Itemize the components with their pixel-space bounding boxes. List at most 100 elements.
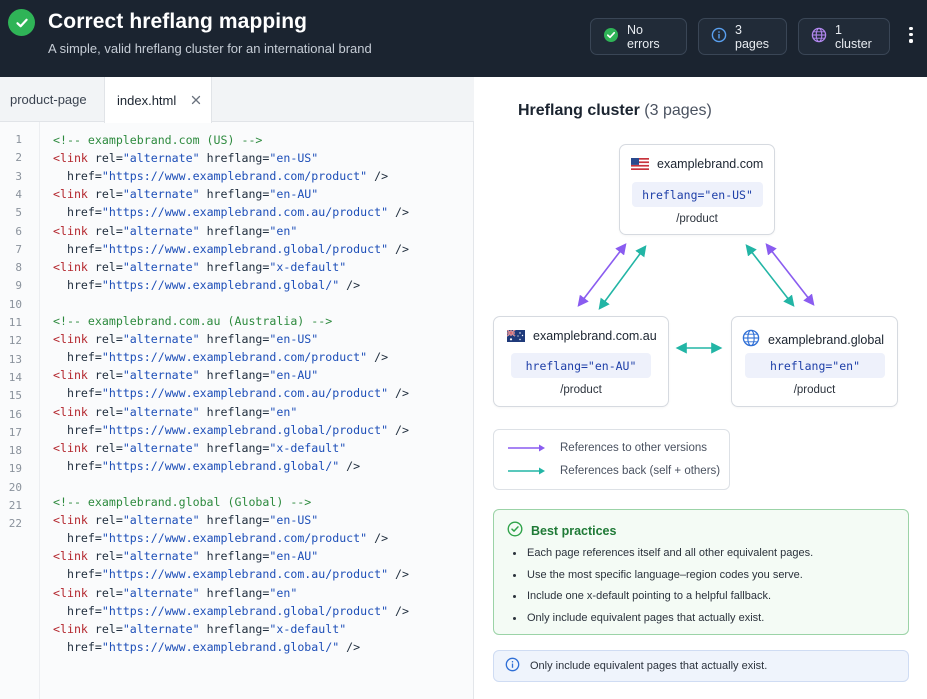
purple-arrow-icon (508, 444, 545, 452)
code-token: /> (388, 386, 410, 401)
code-token: "en" (269, 404, 298, 419)
code-token: "en-US" (269, 332, 319, 347)
node-us[interactable]: examplebrand.com hreflang="en-US" /produ… (619, 144, 775, 235)
list-item-text: Include one x-default pointing to a help… (527, 590, 771, 602)
info-icon (711, 27, 727, 46)
tab-product-page[interactable]: product-page (10, 77, 100, 122)
code-token: "en-US" (269, 151, 319, 166)
code-line: href="https://www.examplebrand.global/" … (53, 457, 360, 475)
node-global-domain-text: examplebrand.global (768, 332, 885, 347)
info-banner: Only include equivalent pages that actua… (493, 650, 909, 682)
code-token: /> (339, 458, 361, 473)
code-token: "alternate" (122, 187, 200, 202)
no-errors-label: No errors (627, 22, 660, 51)
code-token: "x-default" (269, 621, 347, 636)
arrow-us-au-back (598, 245, 647, 310)
node-au[interactable]: examplebrand.com.au hreflang="en-AU" /pr… (493, 316, 669, 407)
code-token: hreflang= (199, 621, 270, 636)
list-item-text: Each page references itself and all othe… (527, 547, 814, 559)
code-token: "en-AU" (269, 549, 319, 564)
more-options-icon[interactable] (905, 27, 917, 47)
best-practices-box: Best practices Each page references itse… (493, 509, 909, 635)
globe-icon (742, 329, 760, 350)
code-token: /> (388, 567, 410, 582)
code-token: <link (53, 549, 95, 564)
code-token: "en-AU" (269, 187, 319, 202)
node-us-domain: examplebrand.com (631, 157, 763, 171)
code-token: "en" (269, 585, 298, 600)
no-errors-badge[interactable]: No errors (590, 18, 687, 55)
info-text: Only include equivalent pages that actua… (530, 660, 768, 672)
code-token: "alternate" (122, 368, 200, 383)
code-token: href= (53, 603, 102, 618)
code-area[interactable]: <!-- examplebrand.com (US) --> <link rel=… (0, 122, 474, 699)
code-token: rel= (94, 621, 123, 636)
code-token: "https://www.examplebrand.global/" (101, 458, 340, 473)
node-global[interactable]: examplebrand.global hreflang="en" /produ… (731, 316, 898, 407)
code-line: href="https://www.examplebrand.com/produ… (53, 348, 388, 366)
code-token: "en" (269, 223, 298, 238)
code-line: href="https://www.examplebrand.com.au/pr… (53, 565, 409, 583)
code-token: hreflang= (199, 368, 270, 383)
code-token: "x-default" (269, 259, 347, 274)
code-token: "alternate" (122, 332, 200, 347)
code-line: <link rel="alternate" hreflang="en" (53, 584, 297, 602)
code-token: <!-- examplebrand.global (Global) --> (53, 495, 312, 509)
code-token: href= (53, 639, 102, 654)
code-token: rel= (94, 332, 123, 347)
code-token: rel= (94, 259, 123, 274)
code-token: href= (53, 386, 102, 401)
tab-index-html[interactable]: index.html (104, 77, 212, 123)
code-token: "https://www.examplebrand.com/product" (101, 169, 368, 184)
best-practices-title: Best practices (507, 521, 616, 540)
code-token: /> (339, 277, 361, 292)
code-token: "https://www.examplebrand.com/product" (101, 350, 368, 365)
app-header: Correct hreflang mapping A simple, valid… (0, 0, 927, 77)
pages-badge[interactable]: 3 pages (698, 18, 787, 55)
code-token: rel= (94, 187, 123, 202)
cluster-label: 1 cluster (835, 22, 872, 51)
code-token: "https://www.examplebrand.global/" (101, 277, 340, 292)
code-line: <link rel="alternate" hreflang="x-defaul… (53, 439, 346, 457)
close-icon[interactable] (191, 93, 201, 108)
code-line: <link rel="alternate" hreflang="x-defaul… (53, 258, 346, 276)
list-item-text: Use the most specific language–region co… (527, 569, 803, 581)
code-token: hreflang= (199, 585, 270, 600)
code-token: "https://www.examplebrand.com.au/product… (101, 205, 389, 220)
code-token: /> (367, 169, 389, 184)
info-icon (505, 657, 520, 675)
check-circle-icon (507, 521, 523, 540)
code-line: href="https://www.examplebrand.com.au/pr… (53, 384, 409, 402)
page-subtitle: A simple, valid hreflang cluster for an … (48, 41, 372, 56)
code-line: href="https://www.examplebrand.com/produ… (53, 167, 388, 185)
code-line: <link rel="alternate" hreflang="en-US" (53, 149, 318, 167)
code-token: "x-default" (269, 440, 347, 455)
code-token: hreflang= (199, 187, 270, 202)
code-token: href= (53, 205, 102, 220)
code-line: <link rel="alternate" hreflang="x-defaul… (53, 620, 346, 638)
legend-label: References to other versions (560, 442, 708, 454)
code-token: "alternate" (122, 440, 200, 455)
code-token: <link (53, 259, 95, 274)
arrow-us-global-references (765, 243, 815, 306)
code-line: href="https://www.examplebrand.com/produ… (53, 529, 388, 547)
node-global-domain: examplebrand.global (742, 329, 884, 350)
code-line: href="https://www.examplebrand.global/" … (53, 276, 360, 294)
code-token: /> (339, 639, 361, 654)
code-token: "https://www.examplebrand.com/product" (101, 531, 368, 546)
code-token: hreflang= (199, 513, 270, 528)
cluster-badge[interactable]: 1 cluster (798, 18, 890, 55)
code-token: "https://www.examplebrand.com.au/product… (101, 386, 389, 401)
node-global-hreflang: hreflang="en" (745, 353, 885, 378)
list-item: Include one x-default pointing to a help… (513, 590, 771, 602)
code-line: <!-- examplebrand.com (US) --> (53, 131, 262, 149)
au-flag-icon (506, 329, 525, 342)
code-token: "alternate" (122, 404, 200, 419)
tab-label: product-page (10, 92, 87, 107)
code-token: href= (53, 458, 102, 473)
code-token: rel= (94, 549, 123, 564)
list-item: Only include equivalent pages that actua… (513, 612, 764, 624)
code-token: rel= (94, 223, 123, 238)
code-token: "alternate" (122, 151, 200, 166)
code-editor: product-page index.html 1 2 3 4 5 6 7 8 9 10 11 12 1… (0, 77, 474, 699)
